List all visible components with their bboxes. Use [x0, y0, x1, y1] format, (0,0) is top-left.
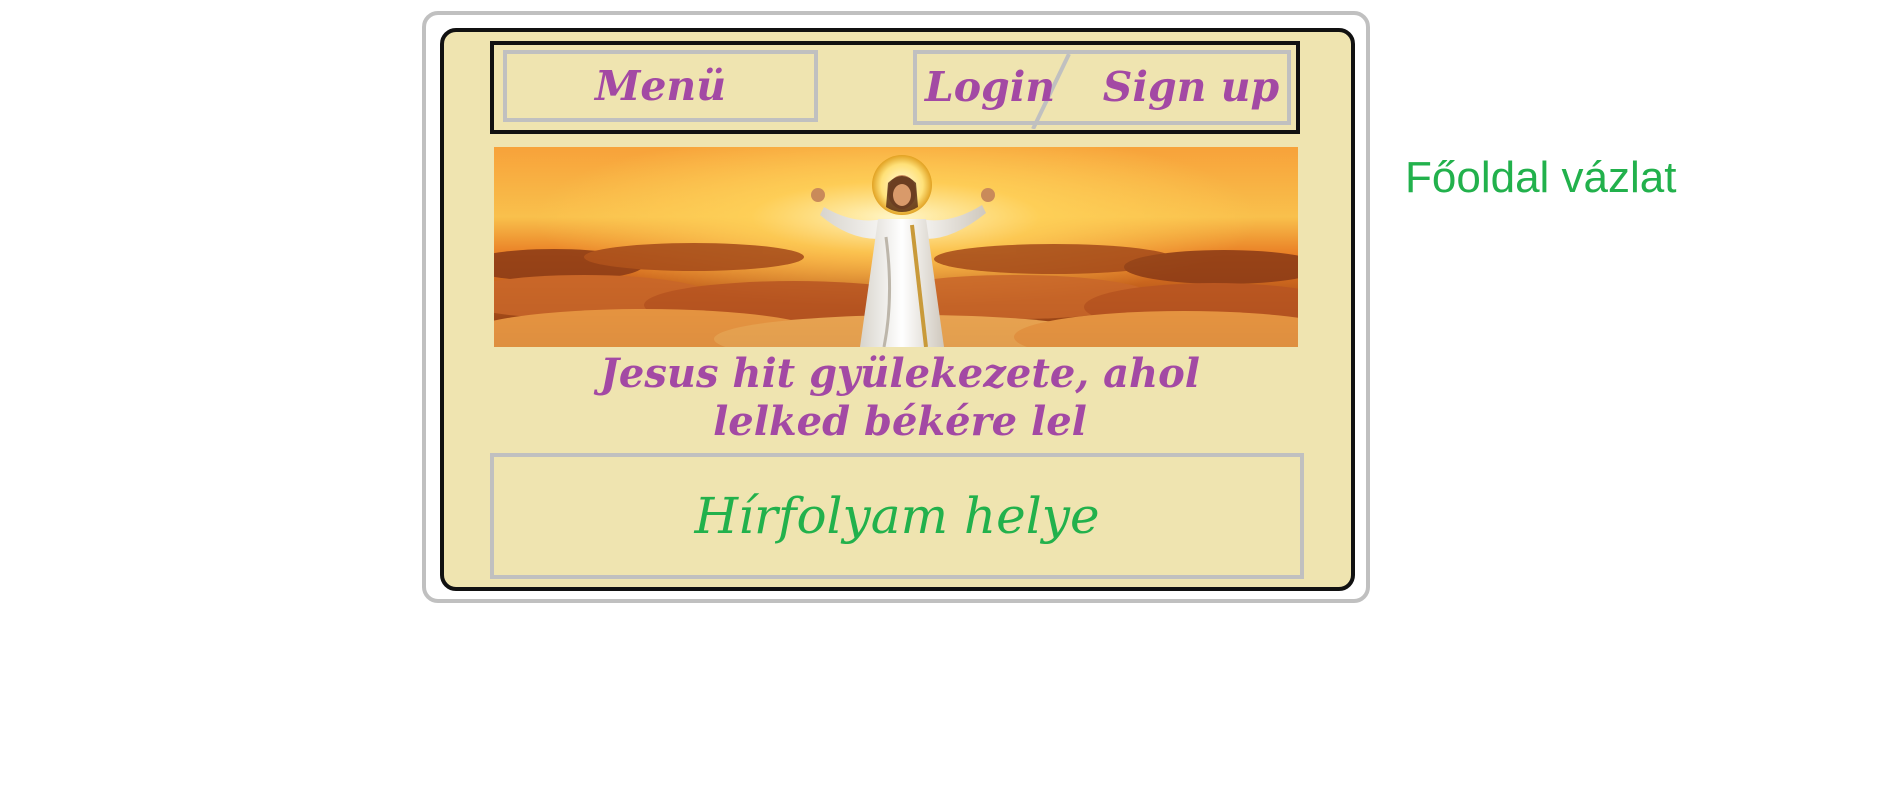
- hero-banner: [494, 147, 1298, 347]
- signup-button[interactable]: Sign up: [1096, 56, 1286, 118]
- hero-image: [494, 147, 1298, 347]
- menu-button[interactable]: Menü: [503, 50, 818, 122]
- login-label: Login: [924, 63, 1056, 111]
- menu-label: Menü: [594, 62, 727, 110]
- news-feed-label: Hírfolyam helye: [694, 487, 1100, 545]
- signup-label: Sign up: [1102, 63, 1280, 111]
- login-button[interactable]: Login: [920, 56, 1060, 118]
- sketch-title: Főoldal vázlat: [1405, 153, 1677, 202]
- tagline-line-1: Jesus hit gyülekezete, ahol: [599, 350, 1201, 397]
- news-feed-placeholder: Hírfolyam helye: [490, 453, 1304, 579]
- tagline: Jesus hit gyülekezete, ahol lelked békér…: [500, 350, 1300, 446]
- tagline-line-2: lelked békére lel: [713, 398, 1087, 445]
